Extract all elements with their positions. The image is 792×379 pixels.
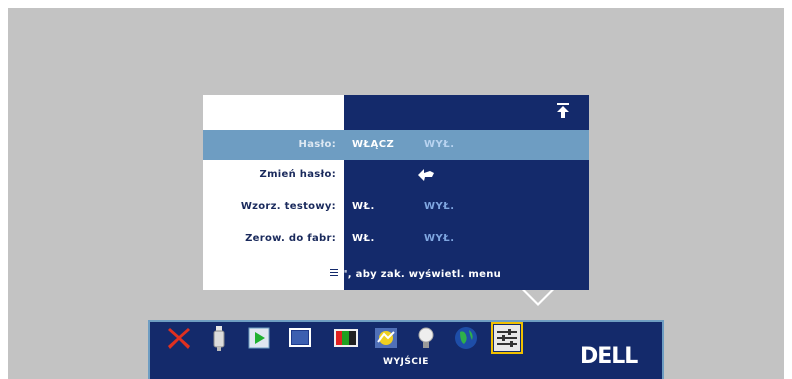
display-icon[interactable]	[332, 324, 360, 352]
test-pattern-off-option[interactable]: WYŁ.	[424, 192, 455, 222]
hint-suffix: ", aby zak. wyświetl. menu	[342, 269, 502, 280]
factory-reset-on-option[interactable]: WŁ.	[352, 224, 375, 254]
test-pattern-on-option[interactable]: WŁ.	[352, 192, 375, 222]
test-pattern-label: Wzorz. testowy:	[240, 201, 336, 212]
input-source-icon[interactable]	[205, 324, 233, 352]
svg-text:DELL: DELL	[580, 344, 638, 366]
password-on-option[interactable]: WŁĄCZ	[352, 130, 394, 160]
password-off-option[interactable]: WYŁ.	[424, 130, 455, 160]
menu-icon	[327, 265, 342, 280]
main-menu-toolbar: WYJŚCIE DELL	[148, 320, 664, 379]
password-row[interactable]: Hasło: WŁĄCZ WYŁ.	[203, 130, 589, 160]
change-password-label: Zmień hasło:	[259, 169, 336, 180]
back-up-icon[interactable]	[555, 102, 571, 120]
factory-reset-row[interactable]: Zerow. do fabr: WŁ. WYŁ.	[203, 224, 589, 254]
factory-reset-off-option[interactable]: WYŁ.	[424, 224, 455, 254]
lamp-icon[interactable]	[372, 324, 400, 352]
test-pattern-row[interactable]: Wzorz. testowy: WŁ. WYŁ.	[203, 192, 589, 222]
language-icon[interactable]	[452, 324, 480, 352]
menu-pointer	[522, 290, 554, 306]
exit-hint: Nac. " ", aby zak. wyświetl. menu	[203, 260, 589, 290]
dell-logo: DELL	[580, 344, 639, 366]
enter-icon[interactable]	[417, 166, 435, 182]
change-password-row[interactable]: Zmień hasło:	[203, 160, 589, 190]
close-icon[interactable]	[165, 324, 193, 352]
hint-prefix: Nac. "	[290, 269, 327, 280]
password-label: Hasło:	[298, 139, 336, 150]
other-icon[interactable]	[491, 322, 523, 354]
auto-adjust-icon[interactable]	[245, 324, 273, 352]
set-up-icon[interactable]	[412, 324, 440, 352]
picture-icon[interactable]	[286, 324, 314, 352]
factory-reset-label: Zerow. do fabr:	[245, 233, 336, 244]
security-menu-panel: Hasło: WŁĄCZ WYŁ. Zmień hasło: Wzorz. te…	[203, 95, 589, 290]
